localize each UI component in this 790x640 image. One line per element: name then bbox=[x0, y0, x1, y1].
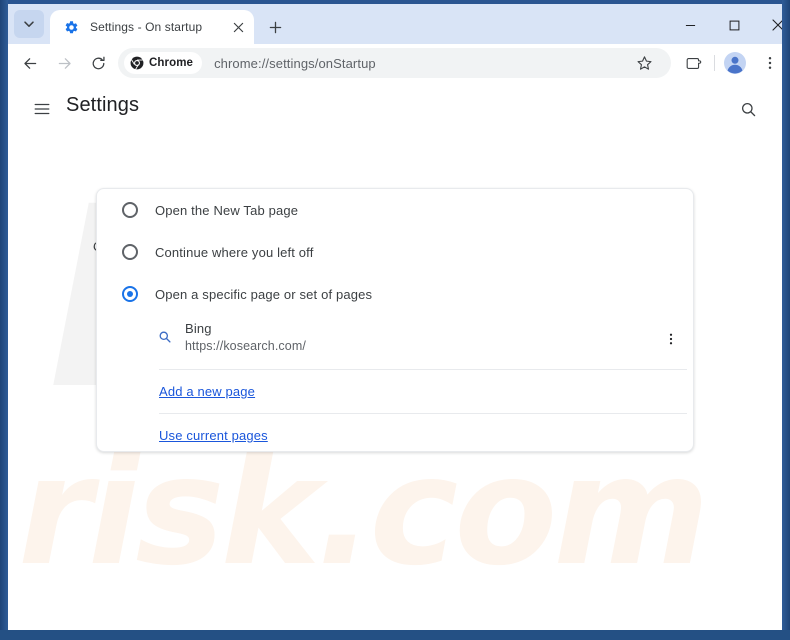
startup-option-label: Continue where you left off bbox=[155, 244, 314, 260]
profile-avatar[interactable] bbox=[721, 49, 749, 77]
startup-option-continue[interactable]: Continue where you left off bbox=[97, 231, 695, 273]
close-window-button[interactable] bbox=[756, 10, 782, 40]
toolbar-divider bbox=[714, 55, 715, 71]
use-current-pages-link[interactable]: Use current pages bbox=[159, 428, 268, 443]
side-panel-icon bbox=[686, 57, 701, 69]
settings-page: PC risk.com Settings On startup Open th bbox=[8, 82, 782, 630]
startup-page-url: https://kosearch.com/ bbox=[185, 339, 306, 353]
window-frame-bottom bbox=[0, 630, 790, 640]
window-frame-left bbox=[0, 0, 8, 640]
settings-gear-icon bbox=[63, 19, 79, 35]
three-dot-menu-icon bbox=[768, 56, 772, 70]
hamburger-menu-icon bbox=[34, 103, 50, 115]
forward-button bbox=[50, 49, 78, 77]
address-bar[interactable]: Chrome chrome://settings/onStartup bbox=[118, 48, 671, 78]
startup-page-title: Bing bbox=[185, 321, 212, 336]
add-a-new-page-link[interactable]: Add a new page bbox=[159, 384, 255, 399]
tab-close-icon[interactable] bbox=[230, 19, 246, 35]
radio-button-specific-pages[interactable] bbox=[122, 286, 138, 302]
search-icon bbox=[741, 102, 755, 116]
minimize-window-button[interactable] bbox=[668, 10, 712, 40]
tab-title: Settings - On startup bbox=[90, 20, 203, 34]
minimize-icon bbox=[685, 24, 695, 26]
hamburger-menu-button[interactable] bbox=[29, 96, 55, 122]
chevron-down-icon bbox=[24, 21, 34, 27]
chrome-logo-icon bbox=[130, 56, 144, 70]
startup-page-row: Bing https://kosearch.com/ bbox=[97, 311, 695, 363]
startup-option-label: Open a specific page or set of pages bbox=[155, 286, 373, 302]
browser-window: Settings - On startup Chrome chrome://se… bbox=[0, 0, 790, 640]
startup-page-more-button[interactable] bbox=[659, 327, 683, 351]
plus-icon bbox=[269, 21, 281, 33]
back-arrow-icon bbox=[23, 57, 36, 69]
back-button[interactable] bbox=[16, 49, 44, 77]
three-dot-menu-icon bbox=[669, 333, 673, 345]
maximize-window-button[interactable] bbox=[712, 10, 756, 40]
search-magnifier-icon bbox=[157, 329, 173, 345]
card-divider bbox=[159, 413, 687, 414]
browser-tab-settings[interactable]: Settings - On startup bbox=[50, 10, 254, 44]
reload-icon bbox=[92, 56, 105, 69]
startup-option-label: Open the New Tab page bbox=[155, 202, 299, 218]
bookmark-button[interactable] bbox=[630, 49, 658, 77]
omnibox-chrome-chip[interactable]: Chrome bbox=[124, 52, 203, 74]
omnibox-chip-label: Chrome bbox=[149, 57, 194, 69]
window-frame-right bbox=[782, 0, 790, 640]
startup-option-new-tab-page[interactable]: Open the New Tab page bbox=[97, 189, 695, 231]
account-avatar-icon bbox=[724, 52, 746, 74]
radio-selected-dot bbox=[127, 291, 133, 297]
settings-header: Settings bbox=[8, 82, 782, 134]
maximize-icon bbox=[729, 20, 739, 30]
forward-arrow-icon bbox=[58, 57, 71, 69]
tab-search-chevron-icon[interactable] bbox=[14, 10, 44, 38]
radio-button-new-tab-page[interactable] bbox=[122, 202, 138, 218]
reload-button[interactable] bbox=[84, 49, 112, 77]
on-startup-card: Open the New Tab page Continue where you… bbox=[96, 188, 694, 452]
close-icon bbox=[772, 19, 782, 31]
watermark-secondary-text: risk.com bbox=[18, 425, 710, 599]
new-tab-button[interactable] bbox=[261, 13, 289, 41]
omnibox-url-text: chrome://settings/onStartup bbox=[214, 55, 376, 71]
startup-option-specific-pages[interactable]: Open a specific page or set of pages bbox=[97, 273, 695, 315]
chrome-menu-button[interactable] bbox=[756, 49, 784, 77]
page-title: Settings bbox=[66, 94, 140, 116]
browser-toolbar: Chrome chrome://settings/onStartup bbox=[8, 44, 782, 82]
side-panel-button[interactable] bbox=[680, 49, 708, 77]
star-icon bbox=[636, 55, 652, 70]
settings-search-button[interactable] bbox=[733, 94, 763, 124]
radio-button-continue[interactable] bbox=[122, 244, 138, 260]
tab-strip: Settings - On startup bbox=[8, 4, 782, 44]
card-divider bbox=[159, 369, 687, 370]
